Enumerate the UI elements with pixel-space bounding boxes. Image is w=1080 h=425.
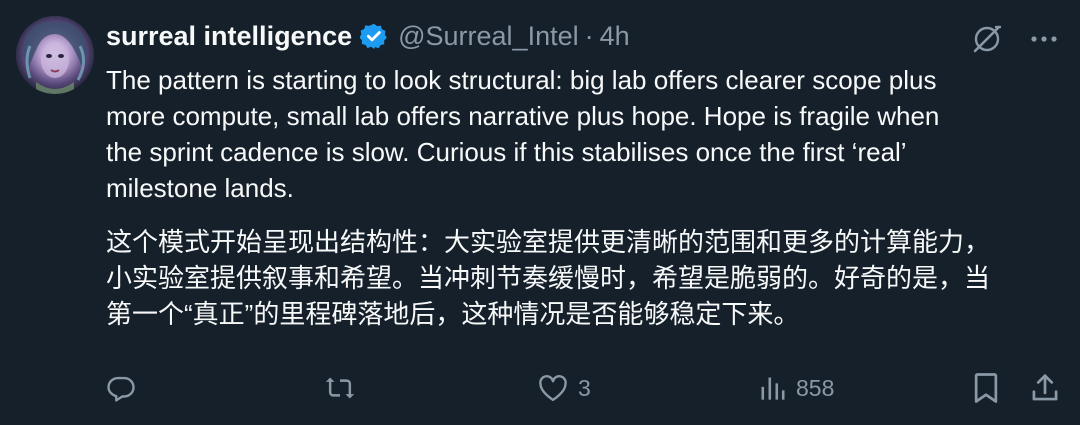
avatar-image [16, 16, 94, 94]
views-button[interactable]: 858 [758, 374, 834, 402]
tweet-line: milestone lands. [106, 173, 294, 203]
tweet-header: surreal intelligence @Surreal_Intel · 4h [106, 14, 1056, 58]
tweet-line: 第一个“真正”的里程碑落地后，这种情况是否能够稳定下来。 [106, 299, 800, 329]
tweet-line: The pattern is starting to look structur… [106, 65, 937, 95]
avatar[interactable] [16, 16, 94, 94]
tweet[interactable]: surreal intelligence @Surreal_Intel · 4h… [0, 0, 1080, 425]
tweet-line: more compute, small lab offers narrative… [106, 101, 940, 131]
tweet-actions: 3 858 [106, 370, 1060, 406]
tweet-line: 这个模式开始呈现出结构性：大实验室提供更清晰的范围和更多的计算能力， [106, 227, 991, 257]
retweet-icon [325, 377, 355, 399]
tweet-content: surreal intelligence @Surreal_Intel · 4h… [106, 14, 1056, 332]
views-icon [761, 377, 785, 400]
tweet-line: 小实验室提供叙事和希望。当冲刺节奏缓慢时，希望是脆弱的。好奇的是，当 [106, 263, 991, 293]
tweet-text-english: The pattern is starting to look structur… [106, 62, 1046, 206]
bookmark-button[interactable] [972, 372, 1000, 404]
share-button[interactable] [1030, 372, 1060, 404]
bookmark-icon [974, 373, 998, 403]
reply-button[interactable] [106, 373, 136, 403]
author-name[interactable]: surreal intelligence [106, 21, 352, 52]
share-icon [1032, 374, 1058, 401]
retweet-button[interactable] [324, 373, 356, 403]
reply-icon [107, 376, 135, 402]
like-count: 3 [578, 374, 591, 401]
like-button[interactable]: 3 [538, 374, 591, 402]
author-handle[interactable]: @Surreal_Intel [398, 21, 579, 52]
tweet-text-chinese: 这个模式开始呈现出结构性：大实验室提供更清晰的范围和更多的计算能力， 小实验室提… [106, 224, 1061, 332]
verified-badge-icon[interactable] [360, 22, 388, 50]
views-count: 858 [796, 374, 835, 401]
heart-icon [539, 375, 567, 402]
tweet-timestamp[interactable]: 4h [600, 21, 630, 52]
header-separator: · [584, 20, 594, 51]
tweet-line: the sprint cadence is slow. Curious if t… [106, 137, 907, 167]
